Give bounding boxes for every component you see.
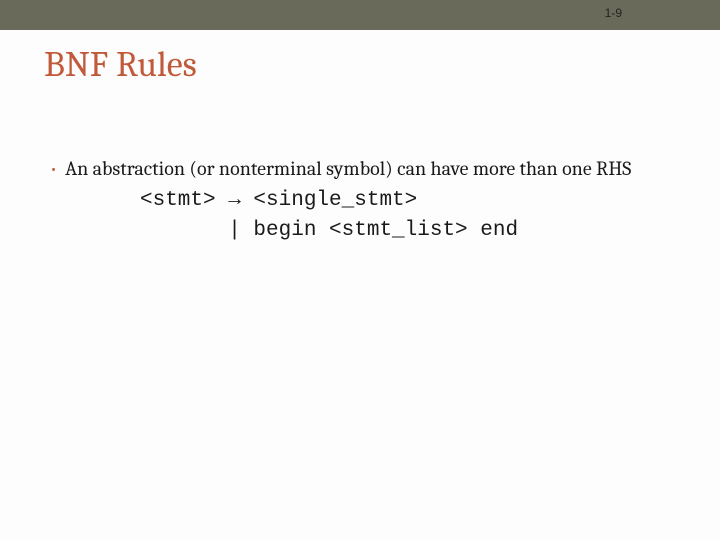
code-line-1: <stmt> → <single_stmt> (140, 189, 417, 212)
slide-title: BNF Rules (44, 44, 197, 85)
bullet-text: An abstraction (or nonterminal symbol) c… (65, 155, 631, 182)
bullet-item: • An abstraction (or nonterminal symbol)… (50, 155, 660, 182)
code-block: <stmt> → <single_stmt> | begin <stmt_lis… (140, 186, 660, 247)
code-line-2: | begin <stmt_list> end (140, 219, 518, 242)
content-area: • An abstraction (or nonterminal symbol)… (50, 155, 660, 247)
slide: 1-9 BNF Rules • An abstraction (or nonte… (0, 0, 720, 540)
page-number: 1-9 (605, 6, 622, 20)
bullet-icon: • (50, 159, 57, 181)
